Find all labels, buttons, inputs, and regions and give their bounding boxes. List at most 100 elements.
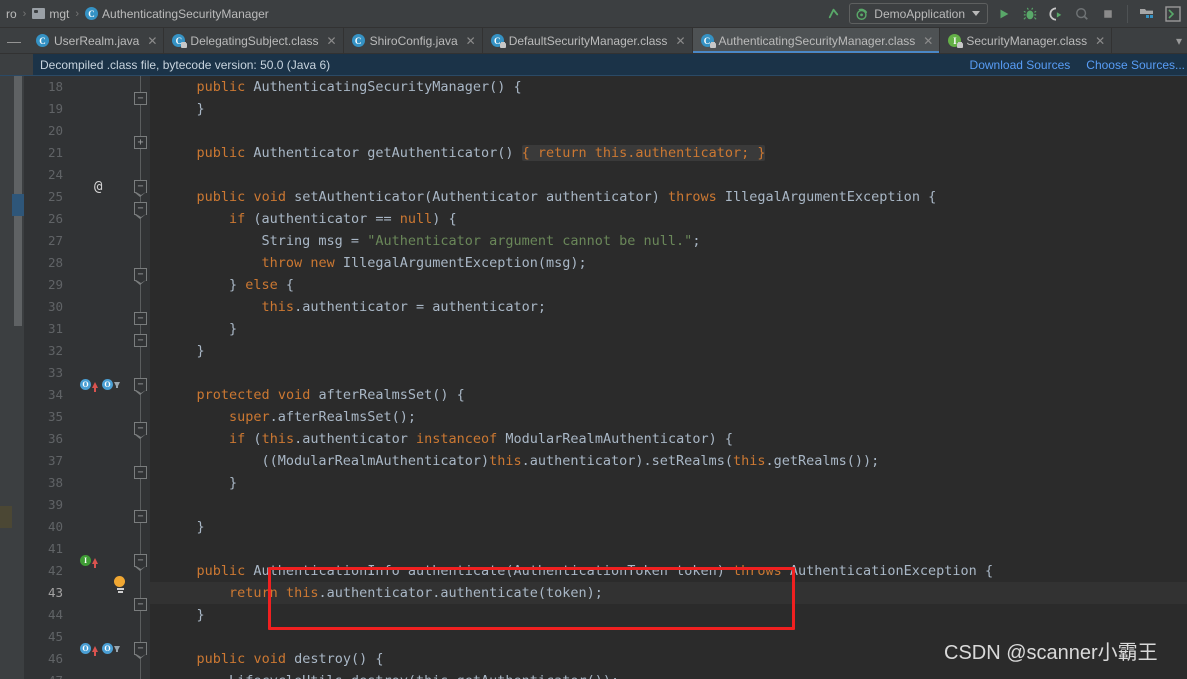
build-arrow-icon[interactable]: [823, 4, 843, 24]
line-number: 43: [47, 585, 63, 600]
close-icon[interactable]: ✕: [327, 34, 337, 48]
line-number: 41: [47, 541, 63, 556]
code-token: .authenticator.authenticate(token);: [318, 585, 603, 601]
code-line[interactable]: }: [150, 516, 1187, 538]
fold-region-arrow-inner: [135, 192, 146, 195]
code-token: protected: [196, 387, 270, 403]
search-everywhere-icon[interactable]: [1163, 4, 1183, 24]
breadcrumb-item-class[interactable]: C AuthenticatingSecurityManager: [81, 5, 273, 23]
fold-collapse-icon[interactable]: −: [134, 92, 147, 105]
fold-collapse-icon[interactable]: −: [134, 466, 147, 479]
fold-collapse-icon[interactable]: −: [134, 312, 147, 325]
code-line[interactable]: [150, 362, 1187, 384]
editor-tab-securitymanager-class[interactable]: I SecurityManager.class ✕: [940, 28, 1113, 53]
code-line[interactable]: public AuthenticationInfo authenticate(A…: [150, 560, 1187, 582]
line-number-gutter: 18 19 20 21 24 25 26 27 28 29 30 31 32 33 34 35 36 37 38 39…: [24, 76, 70, 679]
editor-tab-shiroconfig-java[interactable]: C ShiroConfig.java ✕: [344, 28, 483, 53]
run-icon[interactable]: [994, 4, 1014, 24]
code-content[interactable]: public AuthenticatingSecurityManager() {…: [150, 76, 1187, 679]
code-line[interactable]: protected void afterRealmsSet() {: [150, 384, 1187, 406]
code-line[interactable]: [150, 120, 1187, 142]
fold-expand-icon[interactable]: +: [134, 136, 147, 149]
code-folding-gutter[interactable]: − + − − − − − − − − − − − −: [132, 76, 150, 679]
tabs-overflow-button[interactable]: ▾: [1171, 28, 1187, 53]
breadcrumb-separator: ›: [75, 7, 80, 20]
code-line[interactable]: [150, 538, 1187, 560]
stop-icon[interactable]: [1098, 4, 1118, 24]
line-number: 42: [47, 563, 63, 578]
fold-region-start-icon[interactable]: −: [134, 268, 147, 285]
code-line[interactable]: } else {: [150, 274, 1187, 296]
overriding-method-gutter-icon[interactable]: O: [80, 379, 98, 392]
overridden-method-gutter-icon[interactable]: O: [102, 643, 120, 654]
close-icon[interactable]: ✕: [466, 34, 476, 48]
choose-sources-link[interactable]: Choose Sources...: [1086, 58, 1185, 72]
code-line[interactable]: }: [150, 318, 1187, 340]
code-token: String msg =: [164, 233, 368, 249]
code-line[interactable]: this.authenticator = authenticator;: [150, 296, 1187, 318]
folded-code-region[interactable]: { return this.authenticator; }: [521, 145, 766, 161]
code-line[interactable]: return this.authenticator.authenticate(t…: [150, 582, 1187, 604]
code-line[interactable]: }: [150, 98, 1187, 120]
breadcrumb-item-package[interactable]: ro: [2, 5, 21, 23]
code-line[interactable]: public void setAuthenticator(Authenticat…: [150, 186, 1187, 208]
code-line[interactable]: public AuthenticatingSecurityManager() {: [150, 76, 1187, 98]
code-line[interactable]: }: [150, 472, 1187, 494]
code-line[interactable]: if (authenticator == null) {: [150, 208, 1187, 230]
close-icon[interactable]: ✕: [923, 34, 933, 48]
code-line[interactable]: super.afterRealmsSet();: [150, 406, 1187, 428]
fold-collapse-icon[interactable]: −: [134, 510, 147, 523]
editor-tab-authenticatingsecuritymanager-class[interactable]: C AuthenticatingSecurityManager.class ✕: [692, 28, 941, 53]
code-token: void: [253, 189, 286, 205]
editor-tab-userrealm-java[interactable]: C UserRealm.java ✕: [28, 28, 165, 53]
code-line[interactable]: LifecycleUtils.destroy(this.getAuthentic…: [150, 670, 1187, 679]
fold-region-start-icon[interactable]: −: [134, 422, 147, 439]
editor-vertical-scrollbar[interactable]: [12, 76, 24, 679]
code-token: .authenticator = authenticator;: [294, 299, 547, 315]
code-token: "Authenticator argument cannot be null.": [367, 233, 693, 249]
code-line[interactable]: String msg = "Authenticator argument can…: [150, 230, 1187, 252]
code-token: AuthenticationInfo authenticate(Authenti…: [245, 563, 733, 579]
fold-region-start-icon[interactable]: −: [134, 202, 147, 219]
fold-collapse-icon[interactable]: −: [134, 598, 147, 611]
fold-region-start-icon[interactable]: −: [134, 378, 147, 395]
fold-region-start-icon[interactable]: −: [134, 642, 147, 659]
code-line[interactable]: throw new IllegalArgumentException(msg);: [150, 252, 1187, 274]
run-with-coverage-icon[interactable]: [1046, 4, 1066, 24]
code-line[interactable]: ((ModularRealmAuthenticator)this.authent…: [150, 450, 1187, 472]
line-number: 40: [47, 519, 63, 534]
code-line[interactable]: [150, 494, 1187, 516]
fold-region-arrow-inner: [135, 214, 146, 217]
editor-tab-delegatingsubject-class[interactable]: C DelegatingSubject.class ✕: [164, 28, 344, 53]
download-sources-link[interactable]: Download Sources: [970, 58, 1071, 72]
fold-region-start-icon[interactable]: −: [134, 180, 147, 197]
intention-bulb-icon[interactable]: [114, 576, 126, 593]
editor-tab-defaultsecuritymanager-class[interactable]: C DefaultSecurityManager.class ✕: [483, 28, 693, 53]
debug-icon[interactable]: [1020, 4, 1040, 24]
code-line[interactable]: [150, 164, 1187, 186]
code-line[interactable]: if (this.authenticator instanceof Modula…: [150, 428, 1187, 450]
code-line[interactable]: }: [150, 604, 1187, 626]
run-configuration-selector[interactable]: DemoApplication: [849, 3, 988, 24]
code-token: throw: [261, 255, 303, 271]
close-icon[interactable]: ✕: [1095, 34, 1105, 48]
close-icon[interactable]: ✕: [675, 34, 685, 48]
code-line[interactable]: }: [150, 340, 1187, 362]
close-icon[interactable]: ✕: [147, 34, 157, 48]
code-line[interactable]: public Authenticator getAuthenticator() …: [150, 142, 1187, 164]
breadcrumb-label-1: mgt: [49, 6, 70, 21]
line-number: 46: [47, 651, 63, 666]
overriding-method-gutter-icon[interactable]: O: [80, 643, 98, 656]
implementing-method-gutter-icon[interactable]: I: [80, 555, 98, 568]
profiler-icon[interactable]: [1072, 4, 1092, 24]
fold-collapse-icon[interactable]: −: [134, 334, 147, 347]
editor-tab-label: ShiroConfig.java: [369, 33, 458, 48]
overridden-method-gutter-icon[interactable]: O: [102, 379, 120, 390]
fold-region-start-icon[interactable]: −: [134, 554, 147, 571]
code-token: IllegalArgumentException {: [716, 189, 937, 205]
hide-tabs-button[interactable]: —: [0, 28, 28, 53]
breadcrumb-item-folder[interactable]: mgt: [28, 5, 73, 23]
project-structure-icon[interactable]: [1137, 4, 1157, 24]
